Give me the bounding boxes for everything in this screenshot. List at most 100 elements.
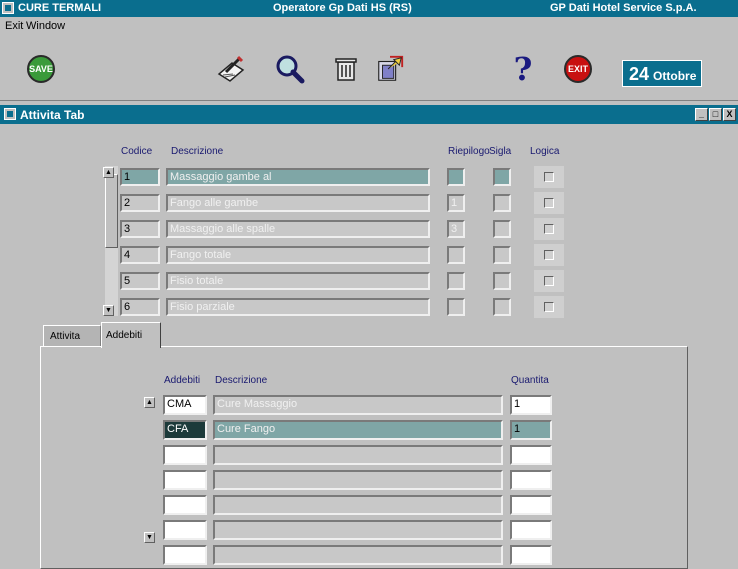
riepilogo-field[interactable]: [447, 272, 465, 290]
sigla-field[interactable]: [493, 272, 511, 290]
window-icon: [4, 108, 16, 120]
riepilogo-field[interactable]: [447, 298, 465, 316]
header-sigla: Sigla: [489, 146, 512, 157]
logica-cell: [534, 192, 564, 214]
minimize-button[interactable]: _: [695, 108, 708, 121]
charge-quantita-field[interactable]: 1: [510, 395, 552, 415]
help-button[interactable]: ?: [508, 50, 538, 88]
charge-code-field[interactable]: [163, 470, 207, 490]
save-button-label: SAVE: [29, 64, 53, 74]
descrizione-field[interactable]: Fango totale: [166, 246, 430, 264]
delete-button[interactable]: [331, 54, 361, 84]
charge-quantita-field[interactable]: [510, 445, 552, 465]
logica-cell: [534, 218, 564, 240]
codice-field[interactable]: 1: [120, 168, 160, 186]
sigla-field[interactable]: [493, 168, 511, 186]
descrizione-field[interactable]: Massaggio gambe al: [166, 168, 430, 186]
riepilogo-field[interactable]: 3: [447, 220, 465, 238]
descrizione-field[interactable]: Massaggio alle spalle: [166, 220, 430, 238]
codice-field[interactable]: 5: [120, 272, 160, 290]
menu-bar: Exit Window: [0, 17, 738, 35]
logica-checkbox[interactable]: [544, 224, 554, 234]
sigla-field[interactable]: [493, 220, 511, 238]
logica-cell: [534, 296, 564, 318]
header-descrizione: Descrizione: [171, 146, 224, 157]
scroll-down-icon[interactable]: ▼: [103, 305, 114, 316]
app-title: CURE TERMALI: [18, 2, 102, 14]
save-button[interactable]: SAVE: [26, 54, 56, 84]
charge-code-field[interactable]: CMA: [163, 395, 207, 415]
maximize-button[interactable]: □: [709, 108, 722, 121]
charge-code-field[interactable]: CFA: [163, 420, 207, 440]
charge-descrizione-field[interactable]: [213, 470, 503, 490]
codice-field[interactable]: 6: [120, 298, 160, 316]
exit-button[interactable]: EXIT: [563, 54, 593, 84]
logica-checkbox[interactable]: [544, 276, 554, 286]
charge-descrizione-field[interactable]: Cure Fango: [213, 420, 503, 440]
edit-icon: [217, 55, 245, 82]
descrizione-field[interactable]: Fisio totale: [166, 272, 430, 290]
logica-checkbox[interactable]: [544, 198, 554, 208]
charge-descrizione-field[interactable]: [213, 520, 503, 540]
charge-code-field[interactable]: [163, 495, 207, 515]
date-display: 24 Ottobre: [622, 60, 702, 87]
activity-scrollbar-thumb[interactable]: [105, 174, 118, 248]
menu-window[interactable]: Window: [26, 20, 65, 32]
date-month: Ottobre: [653, 69, 697, 83]
charge-code-field[interactable]: [163, 445, 207, 465]
help-icon: ?: [513, 50, 533, 88]
exit-icon: EXIT: [564, 55, 592, 83]
charges-scroll-down-icon[interactable]: ▼: [144, 532, 155, 543]
header-addebiti: Addebiti: [164, 375, 201, 386]
charge-descrizione-field[interactable]: [213, 545, 503, 565]
exit-button-label: EXIT: [567, 64, 588, 74]
charge-quantita-field[interactable]: [510, 470, 552, 490]
close-button[interactable]: X: [723, 108, 736, 121]
charge-descrizione-field[interactable]: [213, 445, 503, 465]
charges-scroll-up-icon[interactable]: ▲: [144, 397, 155, 408]
logica-checkbox[interactable]: [544, 250, 554, 260]
sigla-field[interactable]: [493, 194, 511, 212]
codice-field[interactable]: 4: [120, 246, 160, 264]
menu-exit[interactable]: Exit: [5, 20, 23, 32]
tab-attivita[interactable]: Attivita: [43, 325, 101, 347]
charge-quantita-field[interactable]: 1: [510, 420, 552, 440]
codice-field[interactable]: 3: [120, 220, 160, 238]
sigla-field[interactable]: [493, 246, 511, 264]
header-riepilogo: Riepilogo: [448, 146, 490, 157]
charge-quantita-field[interactable]: [510, 545, 552, 565]
window-titlebar: Attivita Tab _ □ X: [0, 105, 738, 124]
charge-descrizione-field[interactable]: [213, 495, 503, 515]
tab-attivita-label: Attivita: [50, 331, 81, 342]
logica-cell: [534, 166, 564, 188]
addebiti-panel: Addebiti Descrizione Quantita ▲ ▼ CMA Cur…: [40, 346, 688, 569]
export-button[interactable]: [375, 54, 405, 84]
header-codice: Codice: [121, 146, 153, 157]
sigla-field[interactable]: [493, 298, 511, 316]
riepilogo-field[interactable]: [447, 168, 465, 186]
logica-checkbox[interactable]: [544, 172, 554, 182]
charge-quantita-field[interactable]: [510, 495, 552, 515]
search-button[interactable]: [275, 54, 305, 84]
descrizione-field[interactable]: Fango alle gambe: [166, 194, 430, 212]
app-window-icon: [2, 2, 14, 14]
scroll-up-icon[interactable]: ▲: [103, 167, 114, 178]
charge-code-field[interactable]: [163, 520, 207, 540]
charge-descrizione-field[interactable]: Cure Massaggio: [213, 395, 503, 415]
tab-addebiti[interactable]: Addebiti: [101, 322, 161, 348]
charge-code-field[interactable]: [163, 545, 207, 565]
logica-cell: [534, 270, 564, 292]
riepilogo-field[interactable]: [447, 246, 465, 264]
header-quantita: Quantita: [511, 375, 549, 386]
riepilogo-field[interactable]: 1: [447, 194, 465, 212]
edit-button[interactable]: [216, 54, 246, 84]
logica-checkbox[interactable]: [544, 302, 554, 312]
search-icon: [276, 55, 305, 84]
tab-addebiti-label: Addebiti: [106, 330, 143, 341]
descrizione-field[interactable]: Fisio parziale: [166, 298, 430, 316]
codice-field[interactable]: 2: [120, 194, 160, 212]
activity-scrollbar[interactable]: [105, 166, 118, 316]
trash-icon: [335, 58, 357, 81]
charge-quantita-field[interactable]: [510, 520, 552, 540]
date-day: 24: [629, 64, 650, 84]
